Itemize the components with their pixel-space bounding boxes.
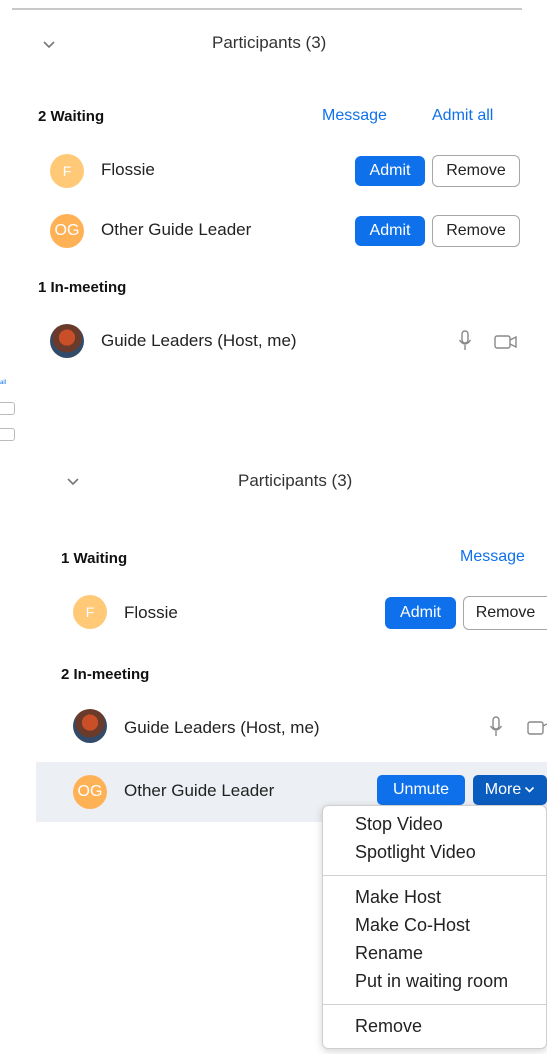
menu-item-rename[interactable]: Rename: [355, 943, 423, 964]
inmeeting-row: Guide Leaders (Host, me): [0, 320, 547, 364]
message-link[interactable]: Message: [460, 548, 525, 566]
participant-name: Guide Leaders (Host, me): [124, 718, 320, 737]
video-camera-icon[interactable]: [494, 334, 518, 350]
inmeeting-section-header: 2 In-meeting: [61, 666, 150, 683]
admit-button[interactable]: Admit: [355, 216, 425, 246]
participant-name: Flossie: [101, 160, 155, 179]
inmeeting-section-header: 1 In-meeting: [38, 279, 127, 296]
avatar: OG: [50, 214, 84, 248]
participant-name: Other Guide Leader: [101, 220, 252, 239]
avatar-initials: F: [62, 163, 72, 179]
chevron-down-icon: [525, 786, 535, 793]
participant-name: Flossie: [124, 603, 178, 622]
menu-item-make-host[interactable]: Make Host: [355, 887, 441, 908]
waiting-section-header: 1 Waiting: [61, 550, 128, 567]
participants-panel-top: Participants (3) 2 Waiting Message Admit…: [0, 0, 547, 390]
message-link[interactable]: Message: [322, 107, 387, 125]
more-button-label: More: [484, 781, 522, 798]
chevron-down-icon[interactable]: [66, 477, 80, 487]
avatar: [50, 324, 84, 358]
avatar: F: [50, 154, 84, 188]
admit-button[interactable]: Admit: [385, 597, 456, 629]
inmeeting-row: Guide Leaders (Host, me): [0, 704, 547, 750]
admit-button[interactable]: Admit: [355, 156, 425, 186]
menu-item-remove[interactable]: Remove: [355, 1016, 422, 1037]
menu-divider: [323, 875, 546, 876]
more-button[interactable]: More: [473, 775, 547, 805]
menu-item-stop-video[interactable]: Stop Video: [355, 814, 443, 835]
video-camera-icon[interactable]: [527, 720, 547, 736]
remove-button[interactable]: Remove: [463, 596, 547, 630]
menu-divider: [323, 1004, 546, 1005]
microphone-icon[interactable]: [457, 329, 473, 353]
more-dropdown-menu: Stop Video Spotlight Video Make Host Mak…: [322, 805, 547, 1049]
panel-title: Participants (3): [238, 471, 353, 490]
remove-button[interactable]: Remove: [432, 155, 520, 187]
avatar-initials: OG: [54, 222, 80, 239]
microphone-icon[interactable]: [488, 715, 504, 739]
menu-item-put-in-waiting-room[interactable]: Put in waiting room: [355, 971, 508, 992]
waiting-row: OG Other Guide Leader Admit Remove: [0, 210, 547, 254]
waiting-row: F Flossie Admit Remove: [0, 590, 547, 636]
avatar: F: [73, 595, 107, 629]
remove-button[interactable]: Remove: [432, 215, 520, 247]
waiting-section-header: 2 Waiting: [38, 108, 105, 125]
admit-all-link[interactable]: Admit all: [432, 107, 493, 125]
chevron-down-icon[interactable]: [42, 40, 56, 50]
menu-item-spotlight-video[interactable]: Spotlight Video: [355, 842, 476, 863]
menu-item-make-co-host[interactable]: Make Co-Host: [355, 915, 470, 936]
waiting-row: F Flossie Admit Remove: [0, 150, 547, 194]
fragment-button: [0, 402, 15, 415]
participant-name: Other Guide Leader: [124, 781, 275, 800]
avatar-initials: F: [85, 604, 95, 620]
participant-name: Guide Leaders (Host, me): [101, 331, 297, 350]
avatar: OG: [73, 775, 107, 809]
panel-title: Participants (3): [212, 33, 327, 52]
avatar-initials: OG: [77, 783, 103, 800]
avatar: [73, 709, 107, 743]
unmute-button[interactable]: Unmute: [377, 775, 465, 805]
